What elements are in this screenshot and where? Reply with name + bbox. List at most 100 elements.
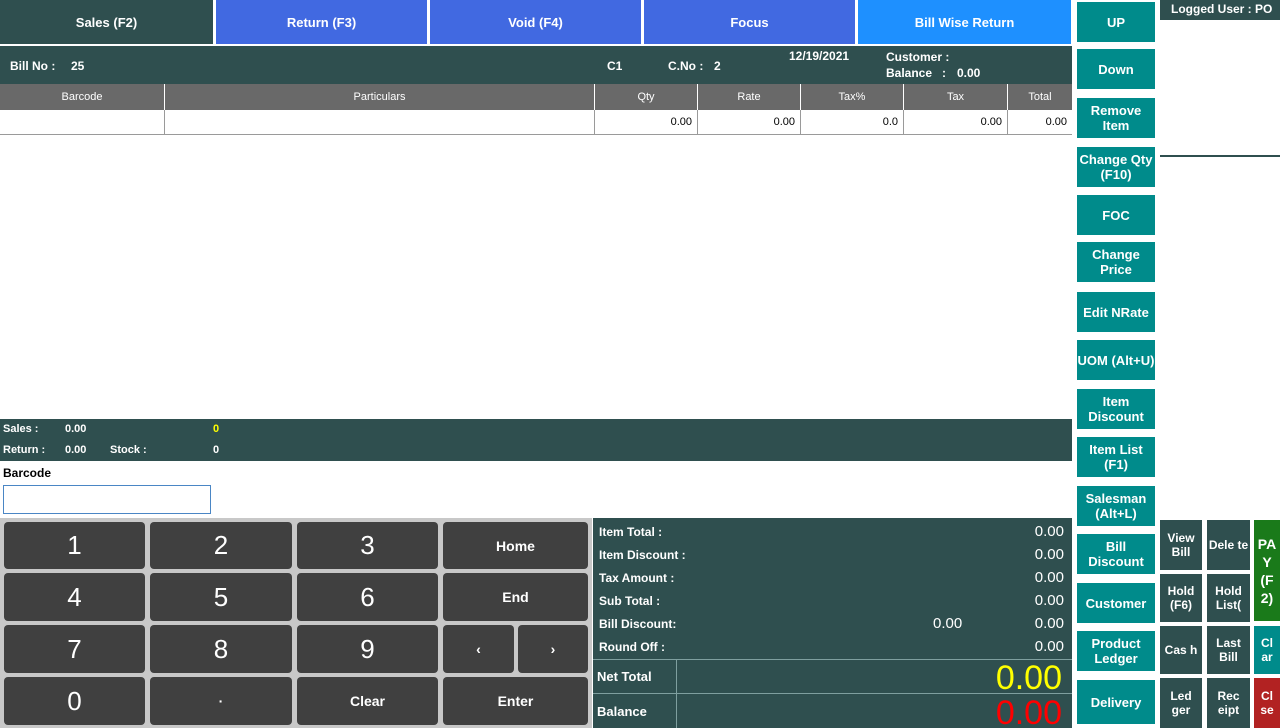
- bill-discount-value: 0.00: [1034, 615, 1064, 632]
- remove-item-button[interactable]: Remove Item: [1075, 96, 1157, 140]
- hold-button[interactable]: Hold (F6): [1160, 574, 1202, 622]
- delete-button[interactable]: Dele te: [1207, 520, 1250, 570]
- status-bar: Sales : 0.00 0 Return : 0.00 Stock : 0: [0, 419, 1072, 461]
- tab-bill-wise-return[interactable]: Bill Wise Return: [858, 0, 1071, 44]
- key-8[interactable]: 8: [150, 625, 292, 673]
- barcode-label: Barcode: [3, 466, 52, 480]
- up-button[interactable]: UP: [1075, 0, 1157, 44]
- items-grid-header: Barcode Particulars Qty Rate Tax% Tax To…: [0, 84, 1072, 110]
- cno-label: C.No :: [668, 59, 704, 73]
- round-off-label: Round Off :: [599, 640, 665, 654]
- item-total-label: Item Total :: [599, 525, 663, 539]
- key-dot[interactable]: ·: [150, 677, 292, 725]
- bill-discount-button[interactable]: Bill Discount: [1075, 532, 1157, 576]
- tab-focus[interactable]: Focus: [644, 0, 855, 44]
- key-right-arrow[interactable]: ›: [518, 625, 588, 673]
- ledger-button[interactable]: Led ger: [1160, 678, 1202, 728]
- table-row[interactable]: 0.00 0.00 0.0 0.00 0.00: [0, 110, 1072, 135]
- col-tax[interactable]: Tax: [904, 84, 1008, 110]
- barcode-input[interactable]: [3, 485, 211, 514]
- item-total-value: 0.00: [1034, 523, 1064, 540]
- cell-tax[interactable]: 0.00: [904, 110, 1008, 134]
- key-6[interactable]: 6: [297, 573, 438, 621]
- cell-particulars[interactable]: [165, 110, 595, 134]
- item-discount-label: Item Discount :: [599, 548, 686, 562]
- sub-total-label: Sub Total :: [599, 594, 661, 608]
- return-label: Return :: [3, 444, 46, 456]
- totals-divider: [676, 659, 677, 728]
- balance-label: Balance: [597, 704, 647, 719]
- key-2[interactable]: 2: [150, 522, 292, 569]
- tax-amount-value: 0.00: [1034, 569, 1064, 586]
- totals-panel: Item Total : 0.00 Item Discount : 0.00 T…: [593, 518, 1072, 728]
- view-bill-button[interactable]: View Bill: [1160, 520, 1202, 570]
- cell-barcode[interactable]: [0, 110, 165, 134]
- clear-all-button[interactable]: Cl ar: [1254, 626, 1280, 674]
- change-qty-button[interactable]: Change Qty (F10): [1075, 145, 1157, 189]
- key-clear[interactable]: Clear: [297, 677, 438, 725]
- customer-balance-value: 0.00: [957, 66, 981, 80]
- cell-qty[interactable]: 0.00: [595, 110, 698, 134]
- col-tax-pct[interactable]: Tax%: [801, 84, 904, 110]
- logged-user-label: Logged User : PO: [1160, 0, 1280, 20]
- return-value: 0.00: [65, 444, 87, 456]
- net-total-value: 0.00: [995, 659, 1062, 697]
- bill-discount-label: Bill Discount:: [599, 617, 677, 631]
- item-discount-value: 0.00: [1034, 546, 1064, 563]
- key-0[interactable]: 0: [4, 677, 145, 725]
- key-9[interactable]: 9: [297, 625, 438, 673]
- change-price-button[interactable]: Change Price: [1075, 240, 1157, 284]
- col-total[interactable]: Total: [1008, 84, 1072, 110]
- right-panel-divider: [1160, 155, 1280, 157]
- tab-void[interactable]: Void (F4): [430, 0, 641, 44]
- cno-value: 2: [714, 59, 721, 73]
- key-5[interactable]: 5: [150, 573, 292, 621]
- down-button[interactable]: Down: [1075, 47, 1157, 91]
- bill-no-value: 25: [71, 59, 85, 73]
- sales-count: 0: [213, 423, 220, 435]
- col-barcode[interactable]: Barcode: [0, 84, 165, 110]
- bill-info-bar: Bill No : 25 C1 C.No : 2 12/19/2021 Cust…: [0, 46, 1072, 84]
- tab-sales[interactable]: Sales (F2): [0, 0, 213, 44]
- key-home[interactable]: Home: [443, 522, 588, 569]
- sales-value: 0.00: [65, 423, 87, 435]
- customer-label: Customer :: [886, 50, 950, 64]
- customer-balance-label: Balance :: [886, 66, 947, 80]
- cell-total[interactable]: 0.00: [1008, 110, 1072, 134]
- close-button[interactable]: Cl se: [1254, 678, 1280, 728]
- delivery-button[interactable]: Delivery: [1075, 678, 1157, 726]
- pay-button[interactable]: PA Y (F 2): [1254, 520, 1280, 621]
- salesman-button[interactable]: Salesman (Alt+L): [1075, 484, 1157, 528]
- key-left-arrow[interactable]: ‹: [443, 625, 514, 673]
- col-rate[interactable]: Rate: [698, 84, 801, 110]
- cell-rate[interactable]: 0.00: [698, 110, 801, 134]
- col-particulars[interactable]: Particulars: [165, 84, 595, 110]
- item-discount-button[interactable]: Item Discount: [1075, 387, 1157, 431]
- pos-window: Sales (F2) Return (F3) Void (F4) Focus B…: [0, 0, 1280, 728]
- tax-amount-label: Tax Amount :: [599, 571, 675, 585]
- product-ledger-button[interactable]: Product Ledger: [1075, 629, 1157, 673]
- key-end[interactable]: End: [443, 573, 588, 621]
- balance-value: 0.00: [995, 694, 1062, 728]
- cash-button[interactable]: Cas h: [1160, 626, 1202, 674]
- key-3[interactable]: 3: [297, 522, 438, 569]
- key-7[interactable]: 7: [4, 625, 145, 673]
- last-bill-button[interactable]: Last Bill: [1207, 626, 1250, 674]
- foc-button[interactable]: FOC: [1075, 193, 1157, 237]
- item-list-button[interactable]: Item List (F1): [1075, 435, 1157, 479]
- customer-button[interactable]: Customer: [1075, 581, 1157, 625]
- key-enter[interactable]: Enter: [443, 677, 588, 725]
- keypad: 1 2 3 Home 4 5 6 End 7 8 9 ‹ › 0 · Clear…: [0, 518, 592, 728]
- round-off-value: 0.00: [1034, 638, 1064, 655]
- tab-return[interactable]: Return (F3): [216, 0, 427, 44]
- key-1[interactable]: 1: [4, 522, 145, 569]
- col-qty[interactable]: Qty: [595, 84, 698, 110]
- key-4[interactable]: 4: [4, 573, 145, 621]
- edit-nrate-button[interactable]: Edit NRate: [1075, 290, 1157, 334]
- uom-button[interactable]: UOM (Alt+U): [1075, 338, 1157, 382]
- hold-list-button[interactable]: Hold List(: [1207, 574, 1250, 622]
- receipt-button[interactable]: Rec eipt: [1207, 678, 1250, 728]
- cell-tax-pct[interactable]: 0.0: [801, 110, 904, 134]
- bill-discount-input[interactable]: 0.00: [933, 615, 962, 632]
- stock-label: Stock :: [110, 444, 147, 456]
